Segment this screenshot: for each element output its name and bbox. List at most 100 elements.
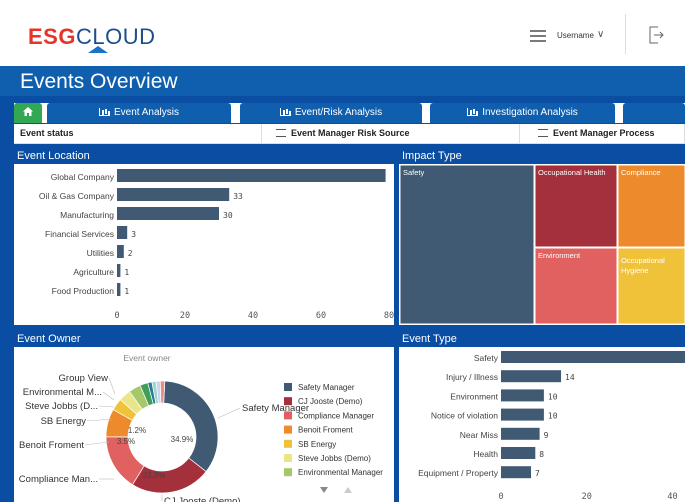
- legend-swatch: [284, 454, 292, 462]
- leader-line: [84, 441, 110, 446]
- data-label: 3: [131, 230, 136, 239]
- tab-event-risk-analysis[interactable]: Event/Risk Analysis: [240, 103, 422, 123]
- legend-swatch: [284, 383, 292, 391]
- data-label: 1: [124, 268, 129, 277]
- tick-label: 0: [498, 492, 503, 502]
- tile-label: Occupational: [621, 256, 665, 265]
- tab-home[interactable]: [14, 103, 42, 123]
- tab-investigation-analysis[interactable]: Investigation Analysis: [430, 103, 615, 123]
- filter-risk-source[interactable]: Event Manager Risk Source: [270, 124, 520, 144]
- bar: [117, 226, 128, 239]
- slice-label: 3.5%: [117, 437, 135, 446]
- outer-label: SB Energy: [41, 416, 87, 427]
- tile-label: Safety: [403, 168, 425, 177]
- data-label: 2: [128, 249, 133, 258]
- tab-label: Investigation Analysis: [482, 107, 578, 118]
- data-label: 10: [548, 392, 558, 401]
- outer-label: Benoit Froment: [19, 440, 84, 451]
- panel-title: Event Type: [399, 332, 685, 347]
- tick-label: 40: [667, 492, 677, 502]
- username-label[interactable]: Username: [557, 31, 594, 40]
- tile-label: Hygiene: [621, 266, 649, 275]
- data-label: 9: [544, 431, 549, 440]
- bar: [501, 389, 544, 402]
- category-label: Financial Services: [45, 229, 114, 239]
- leader-line: [217, 407, 241, 419]
- bar: [501, 370, 562, 383]
- outer-label: Steve Jobbs (D...: [25, 401, 98, 412]
- tick-label: 80: [384, 311, 394, 321]
- legend-swatch: [284, 397, 292, 406]
- tab-more[interactable]: [623, 103, 685, 123]
- outer-label: Group View: [59, 373, 109, 384]
- tab-label: Event Analysis: [113, 107, 180, 118]
- category-label: Near Miss: [460, 430, 498, 440]
- data-label: 10: [548, 412, 558, 421]
- app-header: ESGCLOUD Username ∨: [0, 0, 685, 66]
- outer-label: CJ Jooste (Demo): [164, 496, 241, 502]
- outer-label: Compliance Man...: [19, 474, 98, 485]
- bar-chart-icon: [279, 108, 290, 116]
- tick-label: 0: [114, 311, 119, 321]
- event-type-chart[interactable]: Safety Injury / Illness 14 Environment 10 Not…: [399, 347, 685, 502]
- legend-swatch: [284, 425, 292, 434]
- impact-type-treemap[interactable]: Safety Occupational Health Compliance Envir…: [399, 164, 685, 325]
- filter-label: Event Manager Process: [553, 128, 655, 138]
- bar: [117, 169, 386, 182]
- legend-label: Steve Jobbs (Demo): [298, 454, 371, 463]
- bar: [501, 466, 532, 479]
- tick-label: 20: [582, 492, 592, 502]
- data-label: 7: [535, 469, 540, 478]
- legend-label: CJ Jooste (Demo): [298, 397, 363, 406]
- event-location-chart[interactable]: Global Company Oil & Gas Company 33 Manufac…: [14, 164, 394, 325]
- header-divider: [625, 14, 626, 54]
- pie-slice: [163, 380, 219, 473]
- chart-subtitle: Event owner: [123, 353, 170, 363]
- legend-label: Environmental Manager: [298, 468, 383, 477]
- leader-line: [98, 405, 115, 408]
- leader-line: [108, 377, 116, 395]
- event-owner-donut-chart[interactable]: Event owner 34.9% 23.3% 3.5% 1.2% Safety Mana…: [14, 347, 394, 502]
- event-type-panel: Event Type Safety Injury / Illness 14 Envir…: [399, 332, 685, 502]
- treemap-tile: [534, 164, 618, 248]
- filter-process[interactable]: Event Manager Process: [532, 124, 685, 144]
- bar: [501, 447, 536, 459]
- tab-event-analysis[interactable]: Event Analysis: [47, 103, 231, 123]
- category-label: Environment: [450, 391, 498, 401]
- category-label: Global Company: [51, 172, 115, 182]
- legend-label: Safety Manager: [298, 383, 355, 392]
- legend-swatch: [284, 411, 292, 420]
- data-label: 8: [539, 450, 544, 459]
- event-location-panel: Event Location Global Company Oil & Gas C…: [14, 149, 394, 325]
- outer-label: Environmental M...: [23, 387, 102, 398]
- menu-icon[interactable]: [530, 30, 546, 42]
- pie-slice: [159, 380, 166, 404]
- category-label: Notice of violation: [431, 411, 498, 421]
- slice-label: 23.3%: [143, 471, 166, 480]
- logo-esg-text: ESG: [28, 24, 76, 49]
- category-label: Utilities: [87, 248, 114, 258]
- chevron-down-icon[interactable]: ∨: [597, 29, 604, 40]
- tick-label: 60: [316, 311, 326, 321]
- panel-title: Event Owner: [14, 332, 394, 347]
- legend-label: Compliance Manager: [298, 411, 374, 420]
- bar: [117, 283, 121, 296]
- logout-icon[interactable]: [648, 26, 664, 44]
- slice-label: 34.9%: [171, 435, 194, 444]
- treemap-tile: [617, 164, 685, 248]
- bar-chart-icon: [98, 108, 109, 116]
- category-label: Oil & Gas Company: [39, 191, 115, 201]
- scroll-up-icon: [344, 487, 352, 493]
- tile-label: Occupational Health: [538, 168, 606, 177]
- panel-title: Event Location: [14, 149, 394, 164]
- leader-line: [102, 391, 115, 401]
- category-label: Food Production: [52, 286, 115, 296]
- category-label: Agriculture: [73, 267, 114, 277]
- page-title: Events Overview: [20, 70, 178, 93]
- filter-bar: Event status Event Manager Risk Source E…: [14, 124, 685, 144]
- category-label: Safety: [474, 353, 499, 363]
- filter-event-status[interactable]: Event status: [14, 124, 262, 144]
- legend-label: Benoit Froment: [298, 426, 353, 435]
- slice-label: 1.2%: [128, 426, 146, 435]
- panel-title: Impact Type: [399, 149, 685, 164]
